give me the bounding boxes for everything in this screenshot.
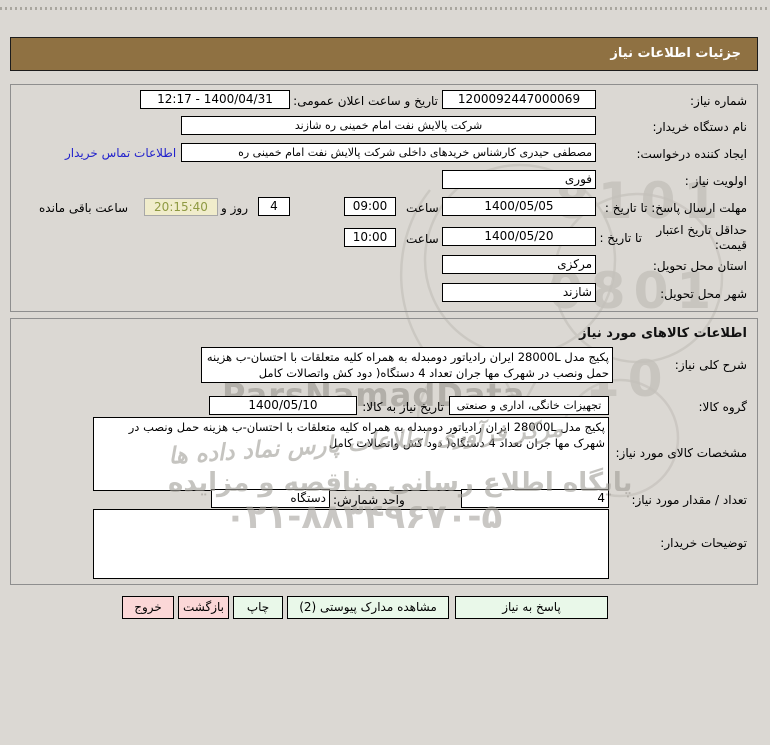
until-date-label: تا تاریخ :	[599, 231, 642, 245]
print-button[interactable]: چاپ	[233, 596, 283, 619]
goods-group-label: گروه کالا:	[699, 400, 748, 414]
days-remaining-field[interactable]: 4	[258, 197, 290, 216]
goods-group-field[interactable]: تجهیزات خانگی، اداری و صنعتی	[449, 396, 609, 415]
general-description-textarea[interactable]: پکیج مدل 28000L ایران رادیاتور دومبدله ب…	[201, 347, 613, 383]
delivery-city-field[interactable]: شازند	[442, 283, 596, 302]
countdown-timer: 20:15:40	[144, 198, 218, 216]
goods-info-panel: اطلاعات کالاهای مورد نیاز شرح کلی نیاز: …	[10, 318, 758, 585]
goods-section-title: اطلاعات کالاهای مورد نیاز	[579, 326, 747, 341]
goods-need-date-label: تاریخ نیاز به کالا:	[362, 400, 444, 414]
count-unit-field[interactable]: دستگاه	[211, 489, 330, 508]
delivery-province-field[interactable]: مرکزی	[442, 255, 596, 274]
back-button[interactable]: بازگشت	[178, 596, 229, 619]
response-deadline-time-field[interactable]: 09:00	[344, 197, 396, 216]
count-unit-label: واحد شمارش:	[333, 493, 405, 507]
priority-field[interactable]: فوری	[442, 170, 596, 189]
view-attachments-button[interactable]: مشاهده مدارک پیوستی (2)	[287, 596, 449, 619]
response-deadline-label: مهلت ارسال پاسخ: تا تاریخ :	[605, 201, 747, 215]
announce-datetime-label: تاریخ و ساعت اعلان عمومی:	[293, 94, 438, 108]
deadline-hour-label: ساعت	[406, 201, 439, 215]
announce-datetime-field[interactable]: 1400/04/31 - 12:17	[140, 90, 290, 109]
buyer-notes-label: توضیحات خریدار:	[660, 536, 747, 550]
buyer-notes-textarea[interactable]	[93, 509, 609, 579]
exit-button[interactable]: خروج	[122, 596, 174, 619]
need-info-panel: شماره نیاز: 1200092447000069 تاریخ و ساع…	[10, 84, 758, 312]
top-dotted-divider	[0, 7, 770, 10]
days-and-label: روز و	[221, 201, 248, 215]
priority-label: اولویت نیاز :	[685, 174, 747, 188]
respond-to-need-button[interactable]: پاسخ به نیاز	[455, 596, 608, 619]
page-title: جزئیات اطلاعات نیاز	[10, 37, 758, 71]
need-number-label: شماره نیاز:	[690, 94, 747, 108]
need-number-field[interactable]: 1200092447000069	[442, 90, 596, 109]
delivery-city-label: شهر محل تحویل:	[660, 287, 747, 301]
price-validity-label-line2: قیمت:	[715, 238, 747, 252]
buyer-org-label: نام دستگاه خریدار:	[653, 120, 748, 134]
price-validity-label-line1: حداقل تاریخ اعتبار	[656, 223, 747, 237]
price-validity-time-field[interactable]: 10:00	[344, 228, 396, 247]
quantity-label: تعداد / مقدار مورد نیاز:	[631, 493, 747, 507]
delivery-province-label: استان محل تحویل:	[653, 259, 747, 273]
quantity-field[interactable]: 4	[461, 489, 609, 508]
general-description-label: شرح کلی نیاز:	[675, 358, 747, 372]
goods-specs-textarea[interactable]: پکیج مدل 28000L ایران رادیاتور دومبدله ب…	[93, 417, 609, 491]
response-deadline-date-field[interactable]: 1400/05/05	[442, 197, 596, 216]
goods-specs-label: مشخصات کالای مورد نیاز:	[615, 446, 747, 460]
need-details-page: 8101 0801 10 ParsNamadData جزئیات اطلاعا…	[0, 0, 770, 745]
price-validity-date-field[interactable]: 1400/05/20	[442, 227, 596, 246]
buyer-contact-link[interactable]: اطلاعات تماس خریدار	[65, 146, 176, 160]
request-creator-label: ایجاد کننده درخواست:	[636, 147, 747, 161]
hours-remaining-label: ساعت باقی مانده	[39, 201, 128, 215]
request-creator-field[interactable]: مصطفی حیدری کارشناس خریدهای داخلی شرکت پ…	[181, 143, 596, 162]
buyer-org-field[interactable]: شرکت پالایش نفت امام خمینی ره شازند	[181, 116, 596, 135]
goods-need-date-field[interactable]: 1400/05/10	[209, 396, 357, 415]
validity-hour-label: ساعت	[406, 232, 439, 246]
